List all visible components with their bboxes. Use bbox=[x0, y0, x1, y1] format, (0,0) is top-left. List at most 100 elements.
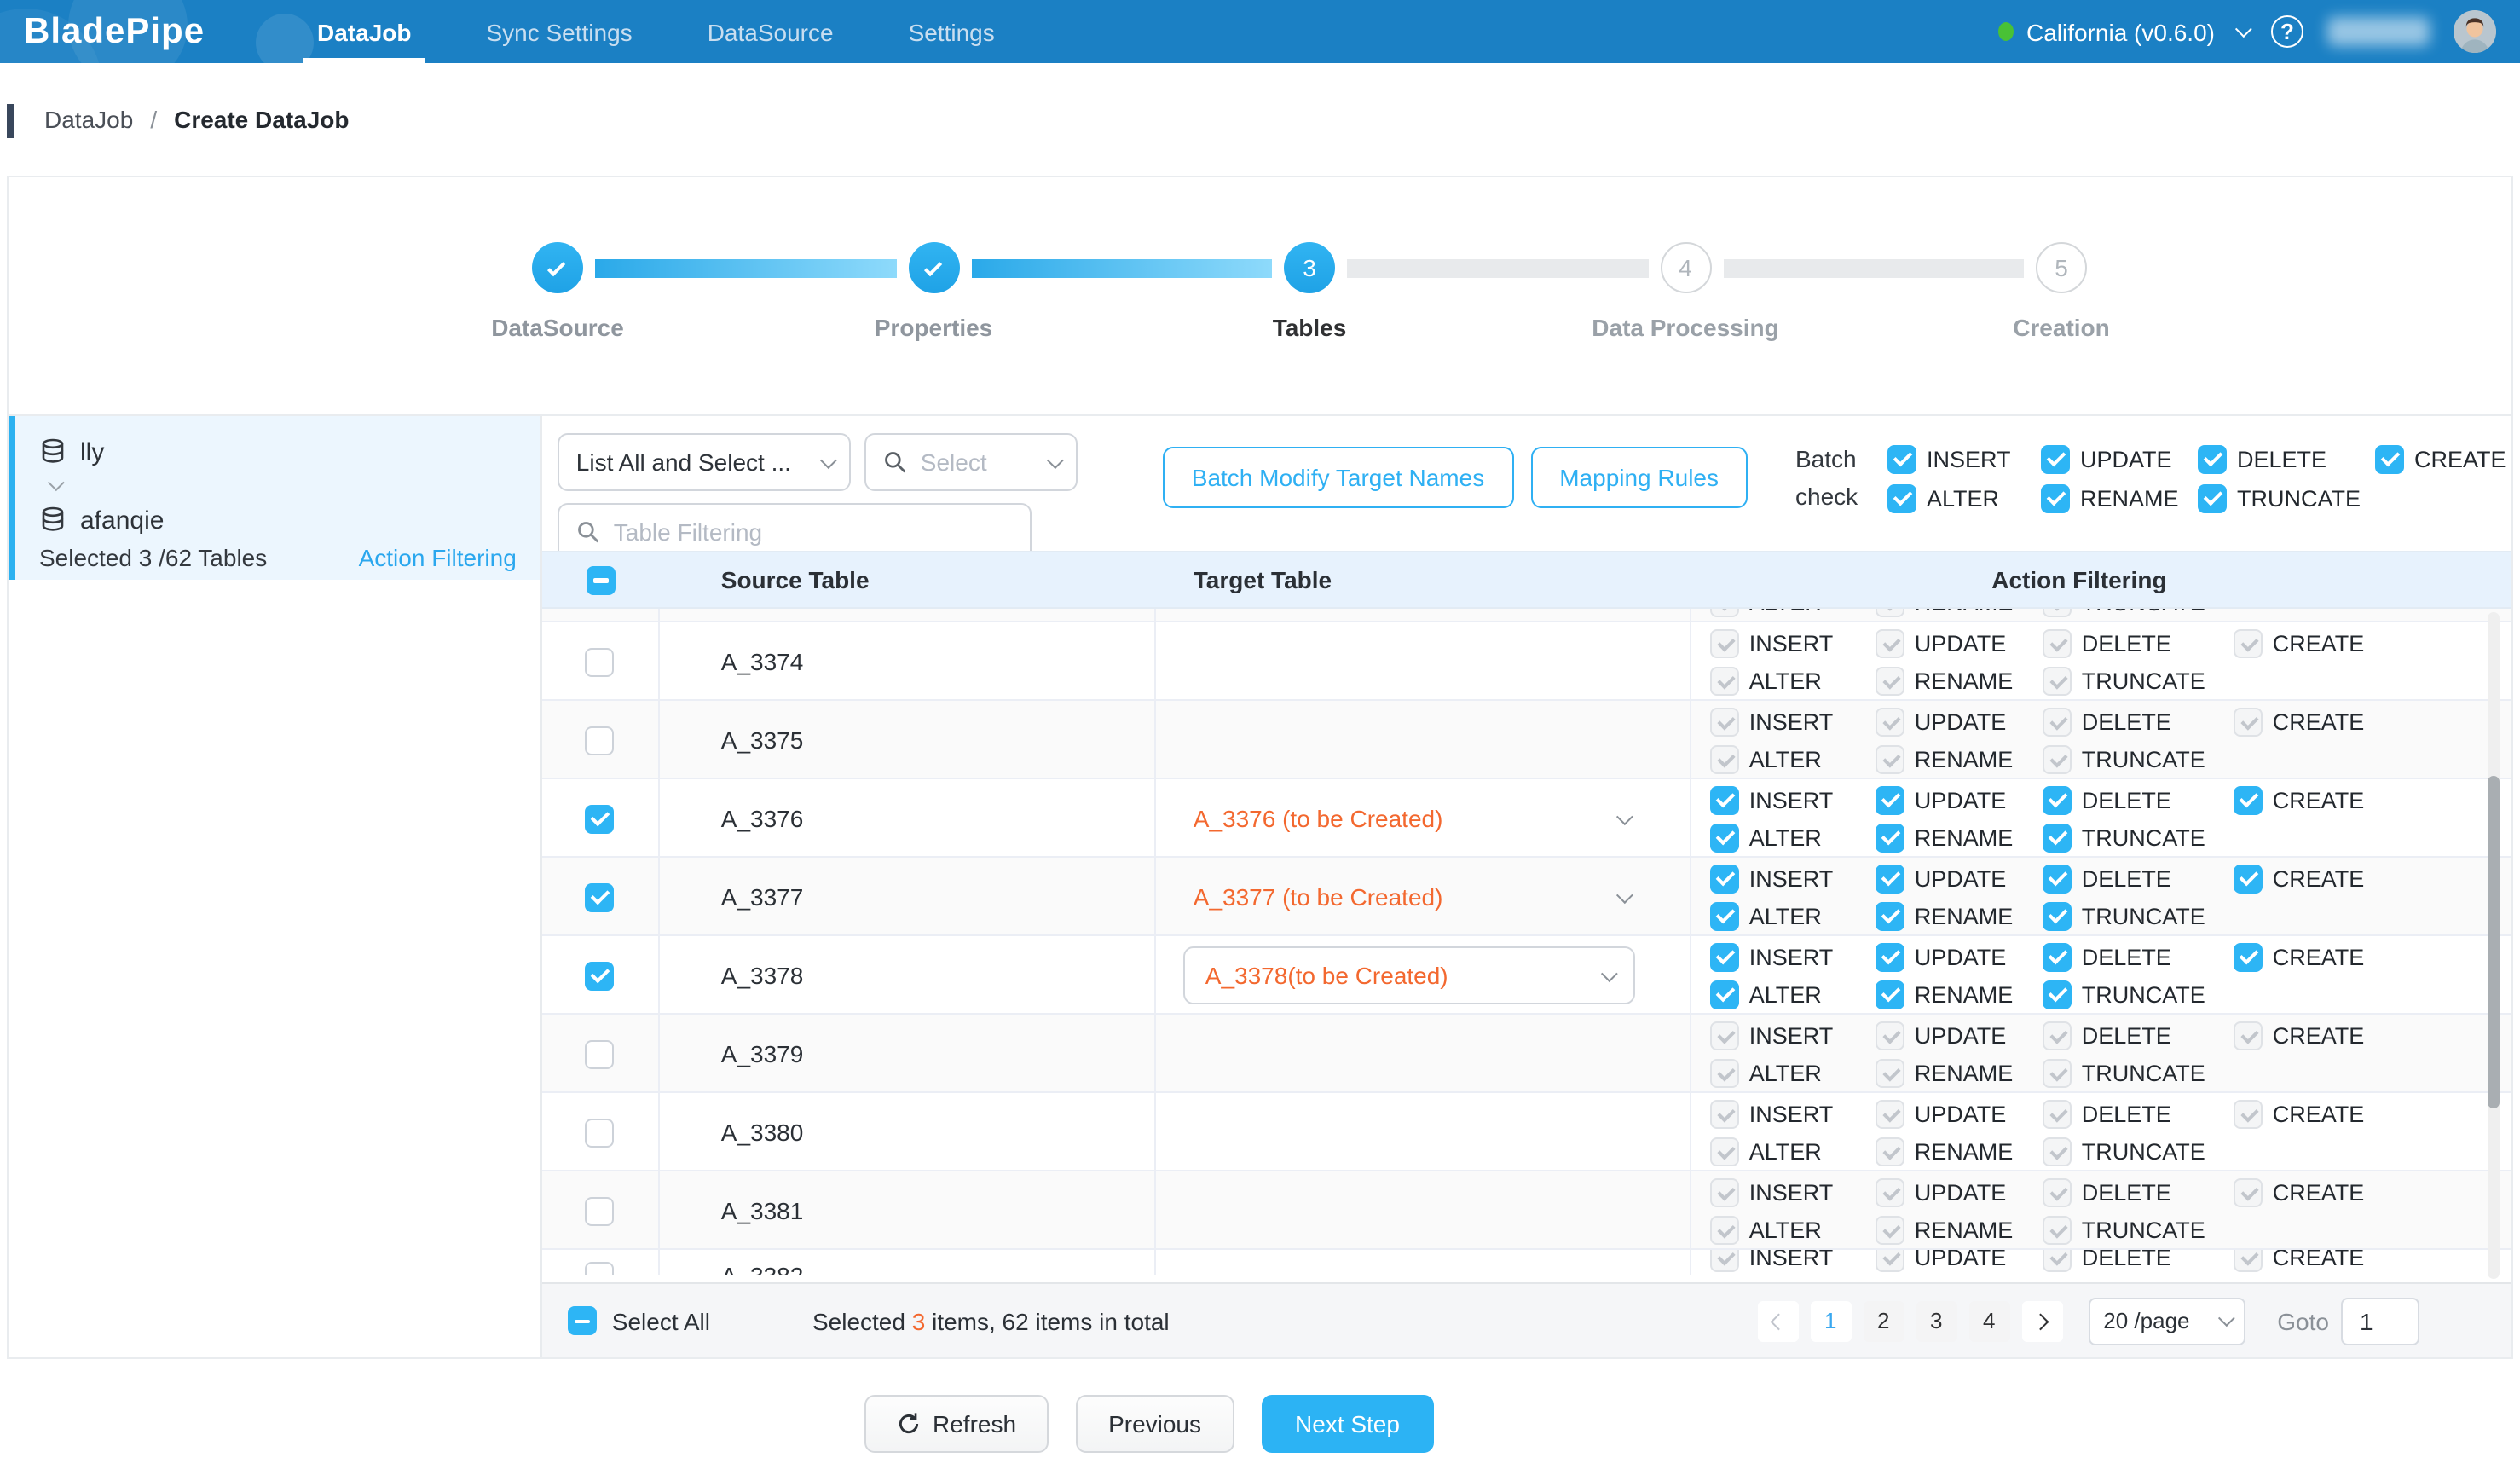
database-icon bbox=[39, 506, 66, 534]
checkbox-disabled bbox=[1876, 628, 1904, 657]
secondary-select[interactable]: Select bbox=[864, 433, 1078, 491]
checkbox-checked[interactable] bbox=[1710, 980, 1739, 1009]
checkbox-checked[interactable] bbox=[2043, 864, 2072, 893]
action-option-update: UPDATE bbox=[1876, 707, 2043, 736]
action-option-rename: RENAME bbox=[1876, 666, 2043, 695]
checkbox-checked[interactable] bbox=[2234, 864, 2263, 893]
breadcrumb-parent[interactable]: DataJob bbox=[44, 106, 133, 133]
page-size-select[interactable]: 20 /page bbox=[2088, 1297, 2245, 1345]
checkbox-checked[interactable] bbox=[2043, 980, 2072, 1009]
pagination-prev-button[interactable] bbox=[1757, 1300, 1798, 1341]
mapping-rules-button[interactable]: Mapping Rules bbox=[1530, 447, 1748, 508]
checkbox-checked[interactable] bbox=[2041, 444, 2070, 473]
select-all-checkbox[interactable] bbox=[568, 1306, 597, 1335]
nav-item-sync-settings[interactable]: Sync Settings bbox=[448, 0, 669, 63]
pagination-page-4[interactable]: 4 bbox=[1968, 1300, 2009, 1341]
target-table-cell bbox=[1156, 1171, 1691, 1250]
row-checkbox[interactable] bbox=[586, 1039, 615, 1068]
batch-check-option-rename: RENAME bbox=[2041, 479, 2198, 517]
checkbox-label: DELETE bbox=[2237, 446, 2326, 471]
previous-button[interactable]: Previous bbox=[1076, 1395, 1234, 1453]
action-option-delete: DELETE bbox=[2043, 707, 2234, 736]
checkbox-checked[interactable] bbox=[2234, 942, 2263, 971]
row-checkbox[interactable] bbox=[586, 961, 615, 990]
checkbox-label: DELETE bbox=[2082, 1179, 2171, 1205]
goto-page-input[interactable]: 1 bbox=[2341, 1297, 2419, 1345]
checkbox-checked[interactable] bbox=[1876, 864, 1904, 893]
checkbox-checked[interactable] bbox=[1876, 942, 1904, 971]
source-table-cell: A_3376 bbox=[660, 779, 1156, 858]
source-table-cell: A_3375 bbox=[660, 701, 1156, 779]
check-icon bbox=[923, 257, 941, 275]
nav-item-datajob[interactable]: DataJob bbox=[280, 0, 448, 63]
refresh-button[interactable]: Refresh bbox=[864, 1395, 1049, 1453]
checkbox-label: DELETE bbox=[2082, 787, 2171, 813]
checkbox-checked[interactable] bbox=[2043, 942, 2072, 971]
pagination-next-button[interactable] bbox=[2021, 1300, 2062, 1341]
checkbox-checked[interactable] bbox=[1876, 980, 1904, 1009]
checkbox-checked[interactable] bbox=[1710, 942, 1739, 971]
checkbox-checked[interactable] bbox=[1887, 444, 1916, 473]
batch-modify-target-names-button[interactable]: Batch Modify Target Names bbox=[1163, 447, 1513, 508]
checkbox-checked[interactable] bbox=[2043, 785, 2072, 814]
action-option-create: CREATE bbox=[2234, 1021, 2387, 1050]
row-checkbox[interactable] bbox=[586, 1118, 615, 1147]
checkbox-label: TRUNCATE bbox=[2082, 609, 2205, 615]
action-option-truncate: TRUNCATE bbox=[2043, 980, 2234, 1009]
checkbox-checked[interactable] bbox=[2198, 483, 2227, 512]
checkbox-checked[interactable] bbox=[1876, 823, 1904, 852]
checkbox-checked[interactable] bbox=[1887, 483, 1916, 512]
checkbox-label: RENAME bbox=[1915, 1217, 2014, 1242]
row-checkbox[interactable] bbox=[586, 647, 615, 676]
checkbox-checked[interactable] bbox=[1876, 785, 1904, 814]
avatar[interactable] bbox=[2454, 10, 2496, 53]
checkbox-checked[interactable] bbox=[2198, 444, 2227, 473]
checkbox-disabled bbox=[1710, 707, 1739, 736]
checkbox-checked[interactable] bbox=[1710, 864, 1739, 893]
checkbox-checked[interactable] bbox=[2043, 901, 2072, 930]
row-checkbox[interactable] bbox=[586, 1261, 615, 1275]
checkbox-checked[interactable] bbox=[1876, 901, 1904, 930]
action-option-update: UPDATE bbox=[1876, 1250, 2043, 1271]
target-table-select[interactable]: A_3378(to be Created) bbox=[1183, 946, 1635, 1004]
checkbox-checked[interactable] bbox=[1710, 901, 1739, 930]
pagination-page-3[interactable]: 3 bbox=[1916, 1300, 1956, 1341]
help-icon[interactable]: ? bbox=[2271, 15, 2303, 48]
checkbox-checked[interactable] bbox=[2041, 483, 2070, 512]
row-checkbox[interactable] bbox=[586, 804, 615, 833]
cluster-region-label[interactable]: California (v0.6.0) bbox=[2026, 18, 2215, 45]
source-table-cell: A_3380 bbox=[660, 1093, 1156, 1171]
column-header-source: Source Table bbox=[660, 552, 1156, 607]
chevron-down-icon[interactable] bbox=[1616, 886, 1633, 903]
chevron-down-icon[interactable] bbox=[2235, 20, 2252, 38]
row-checkbox[interactable] bbox=[586, 726, 615, 755]
table-row: A_3375INSERTUPDATEDELETECREATEALTERRENAM… bbox=[542, 701, 2511, 779]
checkbox-disabled bbox=[1876, 609, 1904, 616]
checkbox-label: TRUNCATE bbox=[2082, 1060, 2205, 1085]
pagination-page-2[interactable]: 2 bbox=[1863, 1300, 1904, 1341]
checkbox-checked[interactable] bbox=[1710, 823, 1739, 852]
checkbox-disabled bbox=[2043, 1177, 2072, 1206]
datasource-pair-card[interactable]: lly afanqie Selected 3 /62 Tables Action… bbox=[9, 416, 540, 580]
checkbox-checked[interactable] bbox=[2043, 823, 2072, 852]
checkbox-checked[interactable] bbox=[1710, 785, 1739, 814]
list-mode-select[interactable]: List All and Select ... bbox=[558, 433, 851, 491]
action-filtering-link[interactable]: Action Filtering bbox=[359, 544, 517, 571]
row-select-cell bbox=[542, 1250, 660, 1275]
select-page-checkbox[interactable] bbox=[587, 565, 616, 594]
checkbox-checked[interactable] bbox=[2234, 785, 2263, 814]
next-step-button[interactable]: Next Step bbox=[1261, 1395, 1434, 1453]
batch-check-options: INSERTUPDATEDELETECREATEALTERRENAMETRUNC… bbox=[1887, 440, 2511, 561]
nav-item-datasource[interactable]: DataSource bbox=[670, 0, 871, 63]
row-checkbox[interactable] bbox=[586, 882, 615, 911]
app-logo[interactable]: BladePipe bbox=[24, 11, 280, 52]
table-row: A_3374INSERTUPDATEDELETECREATEALTERRENAM… bbox=[542, 622, 2511, 701]
datasource-sidebar: lly afanqie Selected 3 /62 Tables Action… bbox=[9, 416, 542, 1357]
action-filtering-grid: INSERTUPDATEDELETECREATEALTERRENAMETRUNC… bbox=[1710, 609, 2387, 620]
row-checkbox[interactable] bbox=[586, 1196, 615, 1225]
chevron-down-icon[interactable] bbox=[1616, 807, 1633, 824]
nav-item-settings[interactable]: Settings bbox=[871, 0, 1032, 63]
checkbox-checked[interactable] bbox=[2375, 444, 2404, 473]
pagination-page-1[interactable]: 1 bbox=[1810, 1300, 1851, 1341]
vertical-scrollbar-thumb[interactable] bbox=[2488, 776, 2500, 1109]
